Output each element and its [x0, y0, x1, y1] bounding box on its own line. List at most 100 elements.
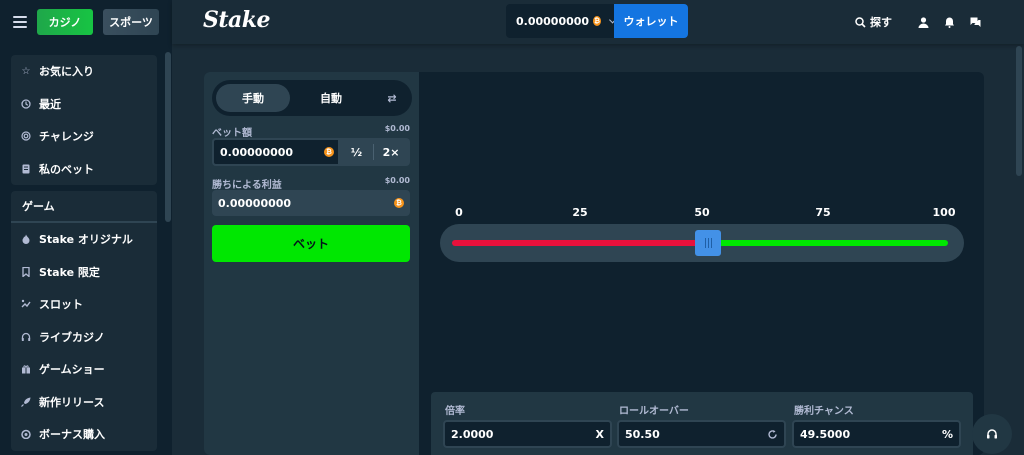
search-icon [855, 16, 866, 28]
live-support-button[interactable] [972, 414, 1012, 454]
sidebar-item-stake-originals[interactable]: Stake オリジナル [11, 223, 157, 256]
search-button[interactable]: 探す [855, 14, 892, 30]
sidebar-item-stake-exclusive[interactable]: Stake 限定 [11, 256, 157, 289]
sidebar-item-game-shows[interactable]: ゲームショー [11, 353, 157, 386]
bet-amount-value: 0.00000000 [220, 145, 294, 159]
slider-tick: 25 [572, 206, 588, 230]
bet-panel: 手動 自動 ⇄ ベット額 $0.00 0.00000000 ₿ ½ 2× 勝ちに… [204, 72, 419, 455]
sidebar-item-label: 最近 [39, 97, 61, 111]
sidebar-item-favourites[interactable]: ☆ お気に入り [11, 55, 157, 88]
multiplier-stat: 倍率 2.0000 X [443, 402, 612, 448]
bitcoin-icon: ₿ [593, 16, 602, 26]
notifications-button[interactable] [936, 17, 962, 28]
dice-game: 手動 自動 ⇄ ベット額 $0.00 0.00000000 ₿ ½ 2× 勝ちに… [204, 72, 984, 455]
search-label: 探す [870, 16, 892, 29]
multiplier-input[interactable]: 2.0000 X [443, 420, 612, 448]
bitcoin-icon: ₿ [394, 198, 404, 208]
sidebar-item-label: ボーナス購入 [39, 428, 105, 442]
headset-icon [21, 332, 31, 342]
user-button[interactable] [910, 16, 936, 28]
chat-button[interactable] [962, 17, 988, 28]
slider-tick: 50 [694, 206, 710, 230]
sidebar: カジノ スポーツ ☆ お気に入り 最近 チャレンジ 私のベット ゲーム Stak… [0, 0, 172, 455]
page-scrollbar[interactable] [1016, 46, 1022, 176]
bet-button[interactable]: ベット [212, 225, 410, 262]
slider-handle[interactable] [695, 230, 721, 256]
bell-icon [944, 17, 954, 28]
coin-bag-icon [21, 429, 31, 440]
win-chance-input[interactable]: 49.5000 % [792, 420, 961, 448]
win-chance-value: 49.5000 [800, 427, 851, 441]
sidebar-item-my-bets[interactable]: 私のベット [11, 153, 157, 186]
roll-slider[interactable] [440, 224, 964, 262]
history-icon [21, 99, 31, 109]
win-chance-stat: 勝利チャンス 49.5000 % [792, 402, 961, 448]
slider-tick: 100 [932, 206, 956, 230]
wallet-button[interactable]: ウォレット [614, 4, 688, 38]
profit-on-win-field: 0.00000000 ₿ [212, 190, 410, 216]
sidebar-item-label: チャレンジ [39, 130, 94, 144]
header-actions: 探す [855, 0, 1024, 44]
bet-amount-input[interactable]: 0.00000000 ₿ [212, 138, 340, 166]
bet-amount-usd: $0.00 [384, 124, 410, 133]
multiplier-label: 倍率 [445, 406, 465, 417]
multiplier-suffix: X [595, 427, 604, 441]
headset-icon [987, 429, 997, 439]
sidebar-item-label: スロット [39, 298, 83, 312]
bet-mode-tabs: 手動 自動 ⇄ [212, 80, 412, 116]
sidebar-item-label: 私のベット [39, 162, 94, 176]
sidebar-scrollbar[interactable] [165, 52, 171, 222]
star-icon: ☆ [21, 65, 31, 77]
profit-usd: $0.00 [384, 176, 410, 185]
profit-label-row: 勝ちによる利益 $0.00 [212, 176, 410, 191]
chat-icon [970, 17, 980, 27]
bookmark-icon [21, 266, 31, 277]
casino-button[interactable]: カジノ [37, 9, 93, 35]
user-icon [918, 16, 928, 28]
sidebar-item-bonus-buy[interactable]: ボーナス購入 [11, 418, 157, 451]
gift-icon [21, 364, 31, 374]
menu-icon[interactable] [13, 16, 27, 28]
sidebar-item-label: Stake オリジナル [39, 233, 133, 247]
sidebar-item-live-casino[interactable]: ライブカジノ [11, 321, 157, 354]
target-icon [21, 131, 31, 141]
sidebar-item-label: ゲームショー [39, 363, 105, 377]
game-stats: 倍率 2.0000 X ロールオーバー 50.50 勝利チャンス 49.5000… [431, 392, 973, 455]
win-chance-suffix: % [941, 427, 953, 441]
top-header: Stake 0.00000000 ₿ ウォレット 探す [172, 0, 1024, 44]
balance-value: 0.00000000 [516, 14, 590, 28]
rollover-input[interactable]: 50.50 [617, 420, 786, 448]
rollover-stat: ロールオーバー 50.50 [617, 402, 786, 448]
balance-selector[interactable]: 0.00000000 ₿ [506, 4, 617, 38]
stake-logo[interactable]: Stake [203, 7, 271, 33]
receipt-icon [21, 164, 31, 174]
refresh-icon[interactable] [767, 429, 778, 440]
sidebar-item-new-releases[interactable]: 新作リリース [11, 386, 157, 419]
sidebar-item-label: お気に入り [39, 65, 94, 79]
sidebar-item-label: Stake 限定 [39, 265, 100, 279]
sidebar-group-personal: ☆ お気に入り 最近 チャレンジ 私のベット [11, 55, 157, 185]
sidebar-games-heading[interactable]: ゲーム [11, 191, 157, 223]
slider-tick: 0 [455, 206, 463, 230]
multiplier-value: 2.0000 [451, 427, 494, 441]
slider-tick: 75 [815, 206, 831, 230]
tab-manual[interactable]: 手動 [216, 84, 290, 112]
sports-button[interactable]: スポーツ [103, 9, 159, 35]
swap-icon[interactable]: ⇄ [380, 84, 404, 112]
sidebar-item-recent[interactable]: 最近 [11, 88, 157, 121]
lose-range-bar [452, 240, 704, 246]
sidebar-item-label: 新作リリース [39, 395, 105, 409]
double-button[interactable]: 2× [373, 144, 408, 160]
tab-auto[interactable]: 自動 [294, 84, 368, 112]
bet-amount-field: 0.00000000 ₿ ½ 2× [212, 138, 410, 166]
rollover-label: ロールオーバー [619, 406, 689, 417]
sidebar-top: カジノ スポーツ [0, 0, 172, 44]
half-button[interactable]: ½ [340, 138, 373, 166]
sidebar-group-games: ゲーム Stake オリジナル Stake 限定 スロット ライブカジノ ゲーム… [11, 191, 157, 451]
win-chance-label: 勝利チャンス [794, 406, 854, 417]
rollover-value: 50.50 [625, 427, 660, 441]
sidebar-item-slots[interactable]: スロット [11, 288, 157, 321]
profit-value: 0.00000000 [218, 196, 292, 210]
win-range-bar [704, 240, 948, 246]
sidebar-item-challenges[interactable]: チャレンジ [11, 120, 157, 153]
